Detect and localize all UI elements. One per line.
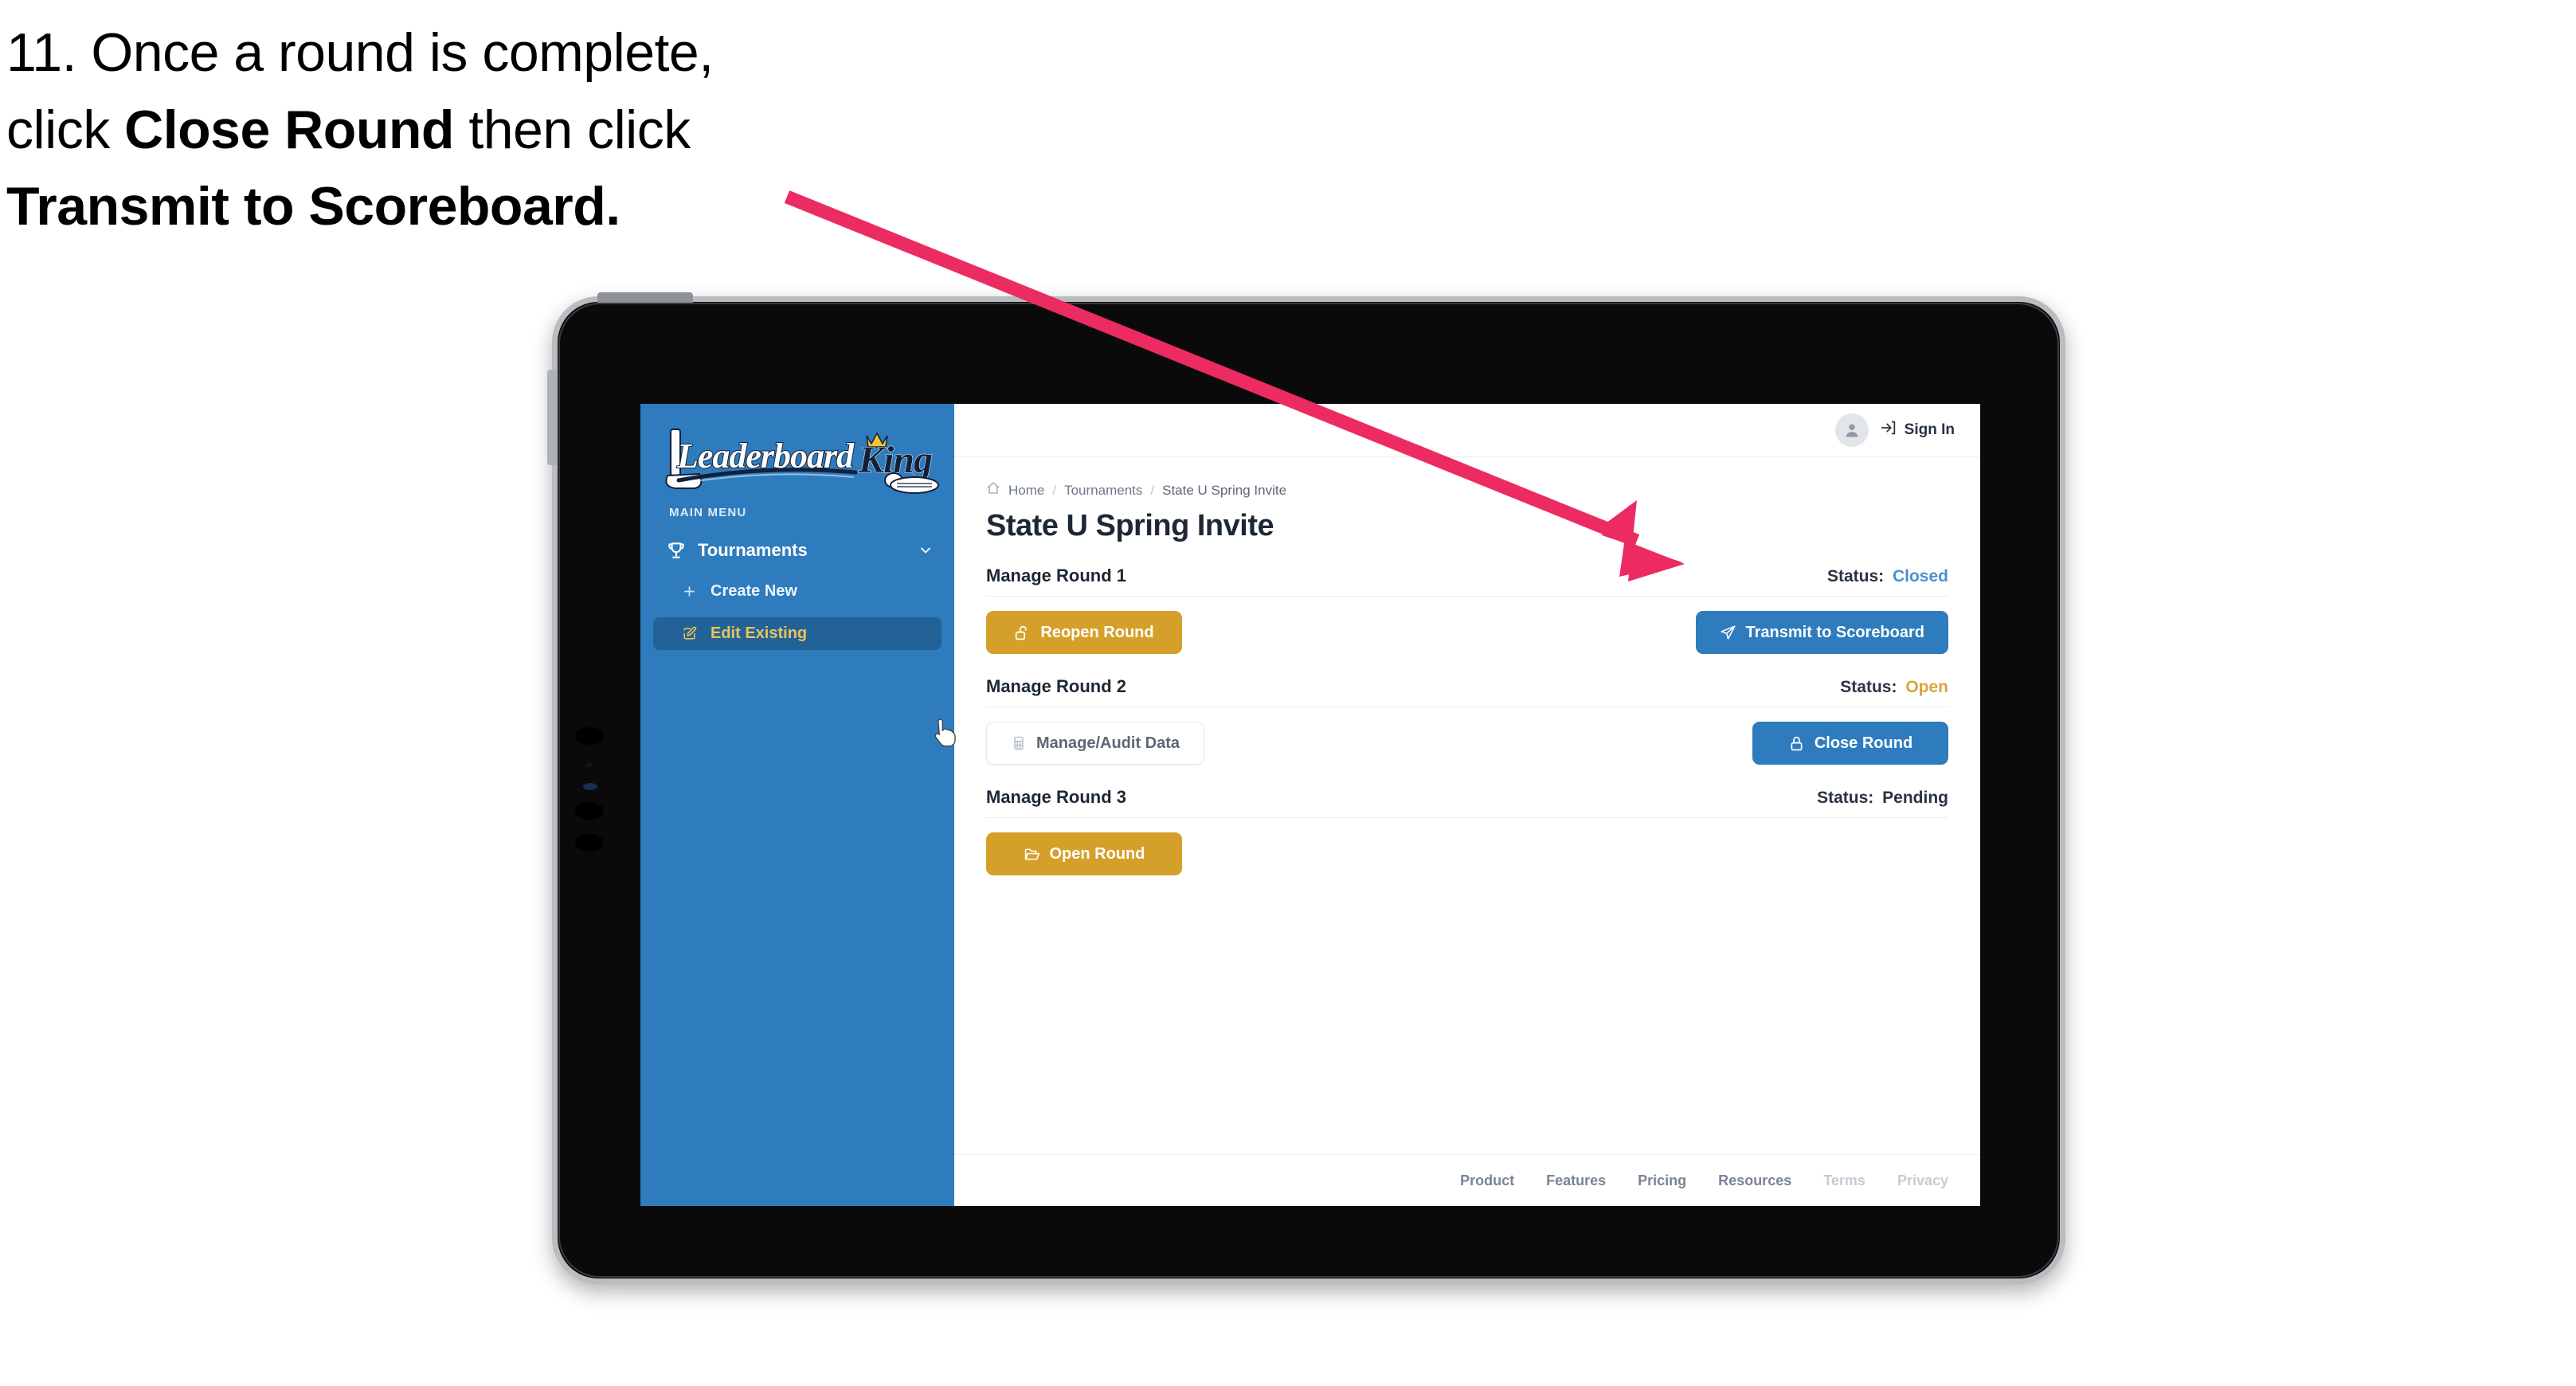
caption-line-1: 11. Once a round is complete,: [6, 22, 714, 83]
plus-icon: [682, 584, 703, 599]
table-grid-icon: [1011, 735, 1027, 751]
sign-in-label: Sign In: [1904, 421, 1955, 438]
round-2-status: Status: Open: [1840, 678, 1948, 697]
round-1-title: Manage Round 1: [986, 566, 1127, 585]
tablet-side-button-5[interactable]: [575, 834, 604, 852]
round-1-header: Manage Round 1 Status: Closed: [986, 566, 1948, 597]
round-1-status-value: Closed: [1892, 567, 1948, 585]
caption-line2-post: then click: [453, 99, 691, 160]
round-1-actions: Reopen Round Transmit to Scoreboard: [986, 611, 1948, 654]
sidebar-item-tournaments-label: Tournaments: [698, 540, 808, 560]
breadcrumb-separator: /: [1150, 482, 1155, 498]
breadcrumb-separator: /: [1052, 482, 1057, 498]
home-icon[interactable]: [986, 481, 1000, 499]
round-2-actions: Manage/Audit Data Close Round: [986, 722, 1948, 765]
footer-link-resources[interactable]: Resources: [1718, 1173, 1791, 1189]
trophy-icon: [666, 540, 690, 561]
transmit-to-scoreboard-label: Transmit to Scoreboard: [1745, 623, 1925, 641]
reopen-round-label: Reopen Round: [1040, 623, 1154, 641]
leaderboard-king-logo[interactable]: Leaderboard King: [640, 423, 954, 496]
tablet-side-button-4[interactable]: [575, 802, 604, 820]
round-2-status-label: Status:: [1840, 678, 1897, 696]
caption-line2-pre: click: [6, 99, 125, 160]
unlock-icon: [1014, 624, 1031, 641]
chevron-down-icon[interactable]: [918, 542, 934, 558]
sidebar: Leaderboard King MAIN MENU Tournaments C…: [640, 404, 957, 1206]
breadcrumb: Home / Tournaments / State U Spring Invi…: [986, 481, 1948, 499]
round-2-status-value: Open: [1905, 678, 1948, 696]
tablet-side-button-1[interactable]: [575, 727, 604, 745]
page-body: Home / Tournaments / State U Spring Invi…: [954, 457, 1980, 1154]
tablet-side-button-3[interactable]: [583, 783, 597, 790]
footer-link-features[interactable]: Features: [1546, 1173, 1606, 1189]
reopen-round-button[interactable]: Reopen Round: [986, 611, 1182, 654]
breadcrumb-item-home[interactable]: Home: [1008, 483, 1044, 499]
top-bar: Sign In: [954, 404, 1980, 457]
sidebar-item-create-new-label: Create New: [711, 582, 797, 600]
caption-line-2: click Close Round then click: [6, 92, 867, 169]
paper-plane-icon: [1720, 624, 1736, 641]
folder-open-icon: [1024, 846, 1040, 863]
round-section-1: Manage Round 1 Status: Closed Reopen Rou…: [986, 566, 1948, 654]
footer-link-product[interactable]: Product: [1460, 1173, 1514, 1189]
footer-link-pricing[interactable]: Pricing: [1638, 1173, 1686, 1189]
round-3-actions: Open Round: [986, 832, 1948, 875]
open-round-label: Open Round: [1049, 844, 1145, 863]
round-section-3: Manage Round 3 Status: Pending Open Roun…: [986, 787, 1948, 875]
round-2-title: Manage Round 2: [986, 676, 1127, 696]
pointing-hand-cursor: [930, 718, 957, 750]
close-round-button[interactable]: Close Round: [1752, 722, 1948, 765]
footer-link-terms[interactable]: Terms: [1823, 1173, 1865, 1189]
breadcrumb-item-tournaments[interactable]: Tournaments: [1064, 483, 1142, 499]
sidebar-item-edit-existing-label: Edit Existing: [711, 624, 808, 642]
sidebar-menu-label: MAIN MENU: [669, 506, 747, 519]
close-round-label: Close Round: [1814, 734, 1913, 752]
manage-audit-data-button[interactable]: Manage/Audit Data: [986, 722, 1205, 765]
round-3-status-label: Status:: [1817, 789, 1874, 807]
footer-link-privacy[interactable]: Privacy: [1897, 1173, 1948, 1189]
main-content: Sign In Home / Tournaments / State U Spr…: [954, 404, 1980, 1206]
tablet-side-button-2[interactable]: [585, 762, 593, 767]
user-avatar-icon[interactable]: [1834, 413, 1869, 447]
sidebar-item-create-new[interactable]: Create New: [653, 575, 942, 608]
open-round-button[interactable]: Open Round: [986, 832, 1182, 875]
tablet-top-notch: [597, 292, 693, 303]
caption-close-round-emphasis: Close Round: [124, 99, 454, 160]
tablet-screen: Leaderboard King MAIN MENU Tournaments C…: [640, 404, 1980, 1206]
round-1-status-label: Status:: [1826, 567, 1885, 585]
sidebar-item-tournaments[interactable]: Tournaments: [640, 535, 954, 566]
round-3-status-value: Pending: [1882, 789, 1948, 807]
sidebar-item-edit-existing[interactable]: Edit Existing: [653, 617, 942, 650]
round-3-status: Status: Pending: [1817, 789, 1948, 808]
instruction-caption: 11. Once a round is complete, click Clos…: [6, 14, 867, 245]
breadcrumb-item-current: State U Spring Invite: [1162, 482, 1287, 498]
manage-audit-data-label: Manage/Audit Data: [1036, 734, 1180, 752]
footer-links: Product Features Pricing Resources Terms…: [954, 1154, 1980, 1206]
round-2-header: Manage Round 2 Status: Open: [986, 676, 1948, 707]
edit-square-icon: [682, 626, 703, 641]
tablet-power-button[interactable]: [547, 370, 557, 465]
transmit-to-scoreboard-button[interactable]: Transmit to Scoreboard: [1695, 611, 1948, 654]
round-section-2: Manage Round 2 Status: Open Manage/Audit…: [986, 676, 1948, 765]
page-title: State U Spring Invite: [986, 509, 1274, 542]
tablet-device-frame: Leaderboard King MAIN MENU Tournaments C…: [547, 292, 2065, 1284]
caption-transmit-emphasis: Transmit to Scoreboard.: [6, 176, 621, 237]
round-3-title: Manage Round 3: [986, 787, 1127, 807]
round-1-status: Status: Closed: [1827, 567, 1948, 586]
sign-in-arrow-icon: [1880, 419, 1897, 441]
lock-icon: [1788, 735, 1805, 752]
round-3-header: Manage Round 3 Status: Pending: [986, 787, 1948, 818]
sign-in-button[interactable]: Sign In: [1880, 419, 1955, 441]
